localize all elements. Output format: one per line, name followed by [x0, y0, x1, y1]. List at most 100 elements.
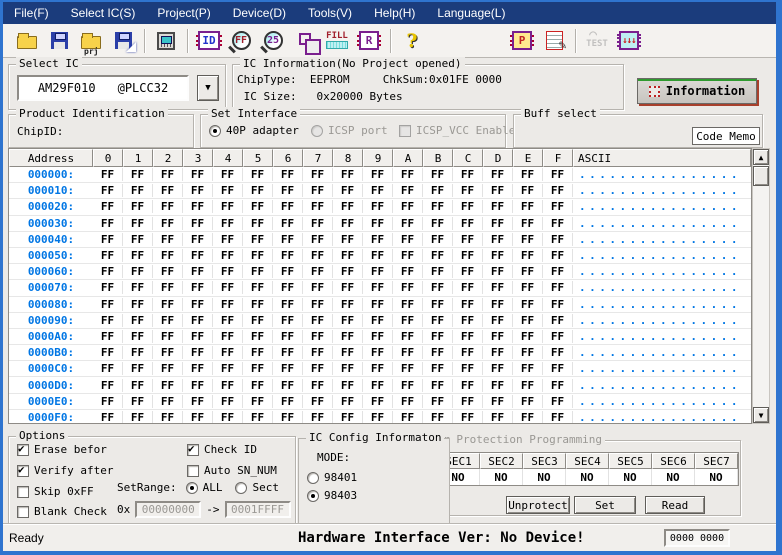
hex-byte-cell[interactable]: FF	[363, 168, 393, 181]
hex-byte-cell[interactable]: FF	[453, 168, 483, 181]
hex-byte-cell[interactable]: FF	[243, 346, 273, 359]
hex-byte-cell[interactable]: FF	[393, 200, 423, 213]
menu-project[interactable]: Project(P)	[146, 3, 221, 23]
hex-byte-cell[interactable]: FF	[543, 217, 573, 230]
checkbox-erase-before[interactable]: Erase befor	[17, 443, 107, 456]
hex-byte-cell[interactable]: FF	[153, 200, 183, 213]
hex-byte-cell[interactable]: FF	[123, 314, 153, 327]
hex-byte-cell[interactable]: FF	[183, 184, 213, 197]
hex-byte-cell[interactable]: FF	[423, 184, 453, 197]
hex-byte-cell[interactable]: FF	[513, 168, 543, 181]
hex-byte-cell[interactable]: FF	[153, 298, 183, 311]
information-button[interactable]: Information	[637, 78, 757, 104]
mode-98403[interactable]: 98403	[307, 489, 357, 502]
hex-byte-cell[interactable]: FF	[153, 411, 183, 424]
hex-byte-cell[interactable]: FF	[393, 249, 423, 262]
hex-byte-cell[interactable]: FF	[303, 168, 333, 181]
hex-byte-cell[interactable]: FF	[423, 330, 453, 343]
hex-byte-cell[interactable]: FF	[213, 395, 243, 408]
swap-buffer-button[interactable]	[289, 27, 321, 55]
set-button[interactable]: Set	[574, 496, 636, 514]
checkbox-skip-0xff[interactable]: Skip 0xFF	[17, 485, 94, 498]
hex-byte-cell[interactable]: FF	[123, 184, 153, 197]
hex-byte-cell[interactable]: FF	[183, 330, 213, 343]
hex-byte-cell[interactable]: FF	[273, 249, 303, 262]
hex-byte-cell[interactable]: FF	[93, 249, 123, 262]
hex-byte-cell[interactable]: FF	[513, 314, 543, 327]
hex-byte-cell[interactable]: FF	[153, 395, 183, 408]
save-project-button[interactable]	[107, 27, 139, 55]
test-button[interactable]: TEST	[581, 27, 613, 55]
hex-byte-cell[interactable]: FF	[123, 411, 153, 424]
hex-byte-cell[interactable]: FF	[423, 265, 453, 278]
hex-byte-cell[interactable]: FF	[273, 265, 303, 278]
hex-byte-cell[interactable]: FF	[123, 362, 153, 375]
hex-byte-cell[interactable]: FF	[393, 233, 423, 246]
buff-select-item-code-memo[interactable]: Code Memo	[692, 127, 760, 145]
hex-byte-cell[interactable]: FF	[243, 330, 273, 343]
hex-byte-cell[interactable]: FF	[93, 217, 123, 230]
hex-byte-cell[interactable]: FF	[273, 281, 303, 294]
hex-byte-cell[interactable]: FF	[273, 314, 303, 327]
ic-combo-dropdown-button[interactable]: ▼	[197, 75, 219, 101]
hex-byte-cell[interactable]: FF	[543, 314, 573, 327]
hex-byte-cell[interactable]: FF	[423, 346, 453, 359]
hex-byte-cell[interactable]: FF	[423, 281, 453, 294]
hex-byte-cell[interactable]: FF	[303, 411, 333, 424]
hex-byte-cell[interactable]: FF	[93, 233, 123, 246]
hex-byte-cell[interactable]: FF	[183, 379, 213, 392]
hex-byte-cell[interactable]: FF	[213, 346, 243, 359]
hex-byte-cell[interactable]: FF	[273, 168, 303, 181]
hex-byte-cell[interactable]: FF	[393, 281, 423, 294]
hex-byte-cell[interactable]: FF	[363, 411, 393, 424]
hex-byte-cell[interactable]: FF	[363, 379, 393, 392]
hex-byte-cell[interactable]: FF	[483, 379, 513, 392]
hex-byte-cell[interactable]: FF	[183, 265, 213, 278]
hex-byte-cell[interactable]: FF	[453, 298, 483, 311]
hex-byte-cell[interactable]: FF	[123, 298, 153, 311]
checkbox-blank-check[interactable]: Blank Check	[17, 505, 107, 518]
hex-byte-cell[interactable]: FF	[123, 168, 153, 181]
hex-byte-cell[interactable]: FF	[543, 281, 573, 294]
hex-byte-cell[interactable]: FF	[423, 298, 453, 311]
hex-byte-cell[interactable]: FF	[273, 395, 303, 408]
hex-byte-cell[interactable]: FF	[93, 346, 123, 359]
hex-byte-cell[interactable]: FF	[273, 411, 303, 424]
hex-byte-cell[interactable]: FF	[273, 184, 303, 197]
hex-byte-cell[interactable]: FF	[543, 233, 573, 246]
hex-byte-cell[interactable]: FF	[123, 233, 153, 246]
hex-byte-cell[interactable]: FF	[423, 395, 453, 408]
scroll-up-button[interactable]: ▲	[753, 149, 769, 165]
hex-byte-cell[interactable]: FF	[183, 298, 213, 311]
hex-byte-cell[interactable]: FF	[543, 395, 573, 408]
hex-byte-cell[interactable]: FF	[453, 395, 483, 408]
hex-byte-cell[interactable]: FF	[243, 168, 273, 181]
unprotect-button[interactable]: Unprotect	[506, 496, 570, 514]
hex-byte-cell[interactable]: FF	[183, 168, 213, 181]
hex-byte-cell[interactable]: FF	[483, 200, 513, 213]
hex-byte-cell[interactable]: FF	[483, 395, 513, 408]
hex-byte-cell[interactable]: FF	[483, 217, 513, 230]
hex-byte-cell[interactable]: FF	[543, 346, 573, 359]
hex-byte-cell[interactable]: FF	[93, 411, 123, 424]
scroll-thumb[interactable]	[753, 166, 769, 186]
hex-byte-cell[interactable]: FF	[513, 281, 543, 294]
hex-byte-cell[interactable]: FF	[303, 265, 333, 278]
hex-byte-cell[interactable]: FF	[393, 217, 423, 230]
hex-byte-cell[interactable]: FF	[453, 379, 483, 392]
menu-help[interactable]: Help(H)	[363, 3, 426, 23]
hex-byte-cell[interactable]: FF	[153, 281, 183, 294]
hex-byte-cell[interactable]: FF	[273, 330, 303, 343]
programmer-device-button[interactable]	[150, 27, 182, 55]
menu-language[interactable]: Language(L)	[426, 3, 516, 23]
hex-byte-cell[interactable]: FF	[513, 233, 543, 246]
hex-byte-cell[interactable]: FF	[543, 330, 573, 343]
hex-byte-cell[interactable]: FF	[483, 346, 513, 359]
range-from-input[interactable]: 00000000	[135, 501, 201, 518]
hex-byte-cell[interactable]: FF	[363, 217, 393, 230]
hex-byte-cell[interactable]: FF	[93, 362, 123, 375]
hex-byte-cell[interactable]: FF	[183, 200, 213, 213]
hex-byte-cell[interactable]: FF	[213, 265, 243, 278]
hex-byte-cell[interactable]: FF	[423, 168, 453, 181]
fill-buffer-button[interactable]: FILL	[321, 27, 353, 55]
